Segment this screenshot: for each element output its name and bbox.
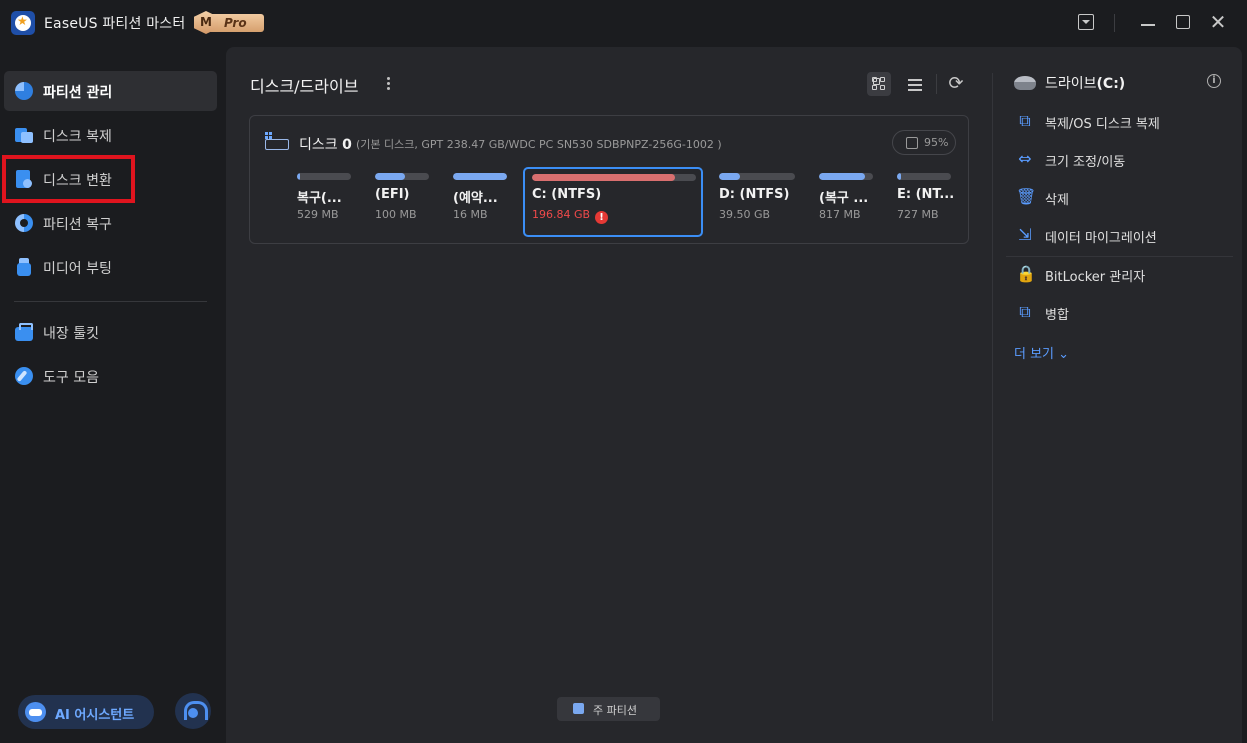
partition-name: (예약... [453, 191, 498, 206]
refresh-icon[interactable]: ⟳ [946, 74, 966, 94]
minimize-icon[interactable] [1138, 12, 1158, 32]
partition-usage-bar [819, 173, 873, 180]
grid-view-icon[interactable] [867, 72, 891, 96]
disk-health-badge[interactable]: 95% [892, 130, 956, 155]
partition-size: 196.84 GB! [532, 208, 609, 224]
partition-usage-bar [897, 173, 951, 180]
toolkit-icon [15, 323, 33, 341]
more-link[interactable]: 더 보기 ⌄ [1014, 343, 1069, 362]
partition-size: 39.50 GB [719, 208, 771, 221]
sidebar-item-disk-clone[interactable]: 디스크 복제 [4, 115, 217, 155]
action-data-migration[interactable]: ⇲ 데이터 마이그레이션 [1014, 222, 1224, 248]
ai-bot-icon [25, 702, 46, 722]
sidebar-item-partition-manager[interactable]: 파티션 관리 [4, 71, 217, 111]
partition-size: 727 MB [897, 208, 939, 221]
clone-icon [15, 126, 33, 144]
action-clone-os[interactable]: ⧉ 복제/OS 디스크 복제 [1014, 108, 1224, 134]
action-label: 크기 조정/이동 [1045, 155, 1126, 170]
legend-label: 주 파티션 [593, 704, 637, 717]
action-label: 데이터 마이그레이션 [1045, 231, 1157, 246]
title-bar: EaseUS 파티션 마스터 M Pro ✕ [0, 0, 1247, 46]
partition-c-selected[interactable]: C: (NTFS) 196.84 GB! [523, 167, 703, 237]
title-bar-divider [1114, 14, 1115, 32]
sidebar-item-partition-recovery[interactable]: 파티션 복구 [4, 203, 217, 243]
resize-arrows-icon: ⇔ [1018, 149, 1032, 168]
more-options-icon[interactable] [384, 75, 392, 93]
action-label: 병합 [1045, 308, 1069, 323]
support-headset-icon[interactable] [175, 693, 211, 729]
sidebar-divider [14, 301, 207, 302]
page-title: 디스크/드라이브 [250, 77, 359, 96]
main-panel: 디스크/드라이브 ⟳ 디스크 0 (기본 디스크, GPT 238.47 GB/… [226, 47, 1242, 743]
action-divider [1006, 256, 1233, 257]
action-label: BitLocker 관리자 [1045, 270, 1146, 285]
list-view-icon[interactable] [903, 72, 927, 96]
partition-name: C: (NTFS) [532, 187, 602, 202]
info-icon[interactable]: i [1207, 74, 1221, 88]
sidebar-item-toolkit[interactable]: 내장 툴킷 [4, 312, 217, 352]
action-resize-move[interactable]: ⇔ 크기 조정/이동 [1014, 146, 1224, 172]
sidebar-item-label: 미디어 부팅 [43, 261, 112, 277]
disk-health-value: 95% [924, 136, 949, 149]
partition-name: (EFI) [375, 187, 410, 202]
sidebar-item-label: 디스크 복제 [43, 129, 112, 145]
menu-dropdown-icon[interactable] [1076, 12, 1096, 32]
action-delete[interactable]: 🗑 삭제 [1014, 184, 1224, 210]
clone-grid-icon: ⧉ [1019, 111, 1031, 130]
toolbar-divider [936, 74, 937, 94]
pie-chart-icon [15, 82, 33, 100]
hard-disk-icon [265, 132, 289, 150]
trash-icon: 🗑 [1016, 187, 1037, 206]
action-bitlocker[interactable]: 🔒 BitLocker 관리자 [1014, 261, 1224, 287]
drive-icon [1014, 76, 1036, 90]
legend-swatch [573, 703, 584, 714]
highlight-box [2, 155, 135, 203]
close-icon[interactable]: ✕ [1208, 12, 1228, 32]
partition-name: D: (NTFS) [719, 187, 790, 202]
sidebar-item-label: 도구 모음 [43, 370, 99, 386]
partition-size: 100 MB [375, 208, 417, 221]
partition-recovery-icon [15, 214, 33, 232]
bitlocker-icon: 🔒 [1016, 264, 1036, 283]
action-merge[interactable]: ⧉ 병합 [1014, 299, 1224, 325]
maximize-icon[interactable] [1173, 12, 1193, 32]
sidebar-item-bootable-media[interactable]: 미디어 부팅 [4, 247, 217, 287]
pro-badge[interactable]: M Pro [194, 11, 264, 34]
partition-name: 복구(... [297, 191, 342, 206]
partition-usage-bar [453, 173, 507, 180]
easeus-logo-icon [11, 11, 35, 35]
partition-size: 529 MB [297, 208, 339, 221]
action-label: 복제/OS 디스크 복제 [1045, 117, 1160, 132]
partition-name: E: (NT... [897, 187, 955, 202]
chevron-down-icon: ⌄ [1058, 347, 1070, 362]
sidebar-item-label: 내장 툴킷 [43, 326, 99, 342]
warning-icon: ! [595, 211, 609, 224]
partition-usage-bar [719, 173, 795, 180]
app-title: EaseUS 파티션 마스터 [44, 16, 186, 32]
migration-icon: ⇲ [1018, 225, 1032, 244]
action-label: 삭제 [1045, 193, 1069, 208]
sidebar: 파티션 관리 디스크 복제 디스크 변환 파티션 복구 미디어 부팅 내장 툴킷… [0, 46, 225, 743]
disk-name: 디스크 0 [299, 137, 352, 153]
sidebar-item-tools[interactable]: 도구 모음 [4, 356, 217, 396]
sidebar-item-label: 파티션 관리 [43, 85, 113, 101]
sidebar-item-label: 파티션 복구 [43, 217, 112, 233]
partition-size: 16 MB [453, 208, 488, 221]
ai-assistant-label: AI 어시스턴트 [55, 708, 135, 723]
merge-icon: ⧉ [1019, 302, 1031, 321]
partition-size: 817 MB [819, 208, 861, 221]
drive-title: 드라이브(C:) [1045, 76, 1126, 92]
partition-usage-bar [375, 173, 429, 180]
panel-divider [992, 73, 993, 721]
legend: 주 파티션 [557, 697, 660, 721]
tools-icon [15, 367, 33, 385]
disk-health-icon [906, 137, 918, 149]
partition-usage-bar [532, 174, 696, 181]
partition-usage-bar [297, 173, 351, 180]
disk-card[interactable]: 디스크 0 (기본 디스크, GPT 238.47 GB/WDC PC SN53… [249, 115, 969, 244]
usb-media-icon [15, 258, 33, 276]
partition-name: (복구 ... [819, 191, 869, 206]
disk-info: (기본 디스크, GPT 238.47 GB/WDC PC SN530 SDBP… [356, 138, 722, 151]
ai-assistant-button[interactable]: AI 어시스턴트 [18, 695, 154, 729]
